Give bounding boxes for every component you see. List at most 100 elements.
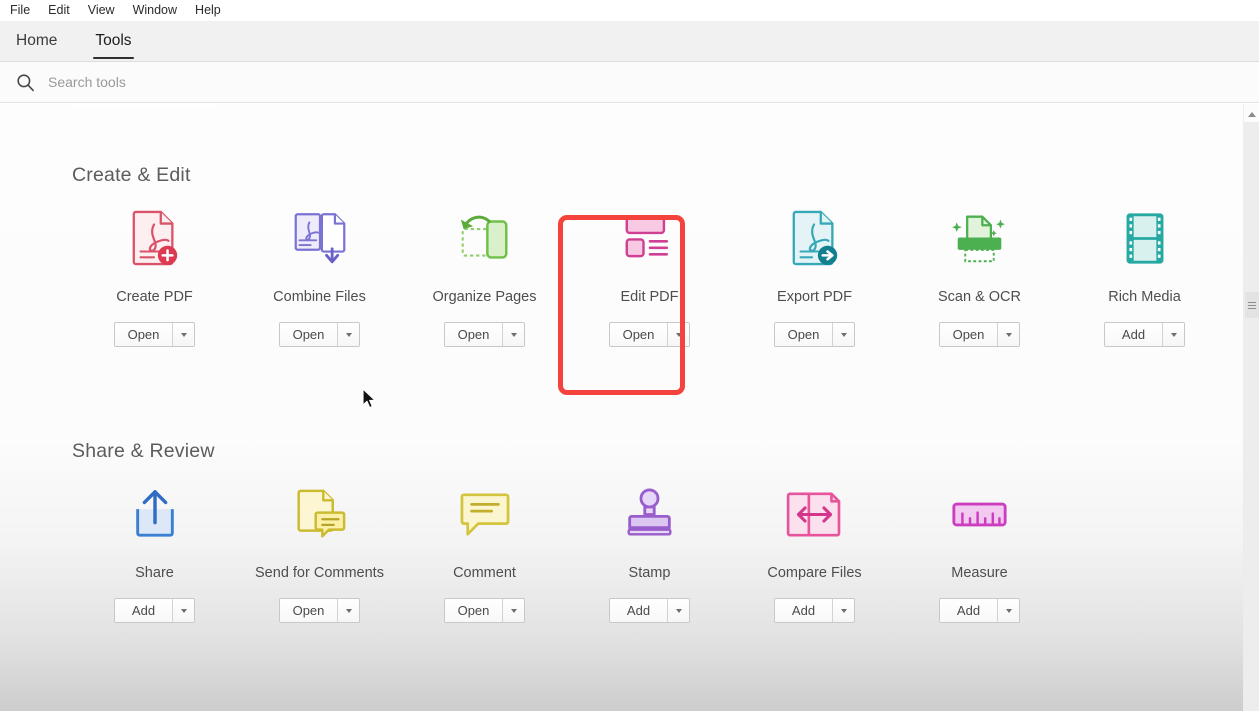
scrollbar-up-button[interactable] (1244, 106, 1259, 122)
tool-card-stamp[interactable]: Stamp Add (567, 478, 732, 623)
tool-label-compare-files: Compare Files (767, 565, 861, 581)
tool-action-scan-ocr[interactable]: Open (939, 322, 1020, 347)
chevron-down-icon (841, 333, 847, 337)
stamp-icon (618, 482, 682, 546)
combine-files-icon (288, 206, 352, 270)
tool-action-dropdown-rich-media[interactable] (1162, 323, 1184, 346)
tool-action-send-for-comments[interactable]: Open (279, 598, 360, 623)
tool-action-dropdown-create-pdf[interactable] (172, 323, 194, 346)
tool-action-measure[interactable]: Add (939, 598, 1020, 623)
chevron-down-icon (676, 609, 682, 613)
scan-ocr-icon (948, 206, 1012, 270)
scrollbar-grip-icon (1248, 300, 1256, 311)
tool-action-organize-pages[interactable]: Open (444, 322, 525, 347)
tool-action-label-compare-files[interactable]: Add (775, 599, 832, 622)
tool-grid-share-review: Share Add (72, 478, 1062, 623)
tool-card-share[interactable]: Share Add (72, 478, 237, 623)
share-icon (123, 482, 187, 546)
tool-action-dropdown-combine-files[interactable] (337, 323, 359, 346)
tab-home[interactable]: Home (0, 21, 77, 61)
tool-grid-create-edit: Create PDF Open (72, 202, 1227, 347)
menu-item-help[interactable]: Help (194, 2, 222, 19)
chevron-up-icon (1248, 112, 1256, 117)
tool-card-compare-files[interactable]: Compare Files Add (732, 478, 897, 623)
tool-card-export-pdf[interactable]: Export PDF Open (732, 202, 897, 347)
tool-action-comment[interactable]: Open (444, 598, 525, 623)
chevron-down-icon (1006, 333, 1012, 337)
tool-action-label-edit-pdf[interactable]: Open (610, 323, 667, 346)
tool-action-create-pdf[interactable]: Open (114, 322, 195, 347)
section-create-edit: Create & Edit (72, 164, 191, 187)
menu-item-view[interactable]: View (87, 2, 116, 19)
tool-action-label-stamp[interactable]: Add (610, 599, 667, 622)
chevron-down-icon (346, 609, 352, 613)
tool-label-combine-files: Combine Files (273, 289, 366, 305)
tool-card-create-pdf[interactable]: Create PDF Open (72, 202, 237, 347)
tool-action-label-organize-pages[interactable]: Open (445, 323, 502, 346)
tool-action-dropdown-measure[interactable] (997, 599, 1019, 622)
tool-action-edit-pdf[interactable]: Open (609, 322, 690, 347)
tool-action-export-pdf[interactable]: Open (774, 322, 855, 347)
tool-action-dropdown-compare-files[interactable] (832, 599, 854, 622)
vertical-scrollbar[interactable] (1243, 104, 1259, 711)
send-comments-icon (288, 482, 352, 546)
tab-strip: Home Tools (0, 22, 1259, 62)
tool-action-label-share[interactable]: Add (115, 599, 172, 622)
tool-action-label-create-pdf[interactable]: Open (115, 323, 172, 346)
tool-card-send-for-comments[interactable]: Send for Comments Open (237, 478, 402, 623)
tool-action-label-measure[interactable]: Add (940, 599, 997, 622)
tool-action-label-rich-media[interactable]: Add (1105, 323, 1162, 346)
tool-label-stamp: Stamp (629, 565, 671, 581)
tool-action-rich-media[interactable]: Add (1104, 322, 1185, 347)
tool-action-dropdown-send-for-comments[interactable] (337, 599, 359, 622)
section-title-share-review: Share & Review (72, 440, 215, 463)
menu-bar: File Edit View Window Help (0, 0, 1259, 22)
tool-action-dropdown-edit-pdf[interactable] (667, 323, 689, 346)
tool-action-share[interactable]: Add (114, 598, 195, 623)
tool-card-measure[interactable]: Measure Add (897, 478, 1062, 623)
tool-card-organize-pages[interactable]: Organize Pages Open (402, 202, 567, 347)
tool-action-dropdown-export-pdf[interactable] (832, 323, 854, 346)
menu-item-edit[interactable]: Edit (47, 2, 71, 19)
tool-action-dropdown-share[interactable] (172, 599, 194, 622)
tool-card-scan-ocr[interactable]: Scan & OCR Open (897, 202, 1062, 347)
search-input[interactable] (48, 74, 408, 90)
chevron-down-icon (181, 609, 187, 613)
chevron-down-icon (676, 333, 682, 337)
chevron-down-icon (1006, 609, 1012, 613)
tool-label-rich-media: Rich Media (1108, 289, 1181, 305)
chevron-down-icon (346, 333, 352, 337)
edit-pdf-icon (618, 206, 682, 270)
tool-action-label-send-for-comments[interactable]: Open (280, 599, 337, 622)
tool-action-compare-files[interactable]: Add (774, 598, 855, 623)
tool-card-combine-files[interactable]: Combine Files Open (237, 202, 402, 347)
tool-action-label-combine-files[interactable]: Open (280, 323, 337, 346)
tool-action-label-comment[interactable]: Open (445, 599, 502, 622)
tool-label-export-pdf: Export PDF (777, 289, 852, 305)
tool-action-label-export-pdf[interactable]: Open (775, 323, 832, 346)
menu-item-window[interactable]: Window (132, 2, 178, 19)
section-share-review: Share & Review Share (72, 440, 215, 463)
tool-action-dropdown-stamp[interactable] (667, 599, 689, 622)
tool-action-combine-files[interactable]: Open (279, 322, 360, 347)
organize-pages-icon (453, 206, 517, 270)
tool-action-dropdown-organize-pages[interactable] (502, 323, 524, 346)
chevron-down-icon (511, 609, 517, 613)
scrollbar-track[interactable] (1244, 122, 1259, 711)
chevron-down-icon (1171, 333, 1177, 337)
comment-icon (453, 482, 517, 546)
tool-action-stamp[interactable]: Add (609, 598, 690, 623)
tools-content: Create & Edit (0, 104, 1259, 711)
tool-label-comment: Comment (453, 565, 516, 581)
tool-action-dropdown-comment[interactable] (502, 599, 524, 622)
tool-action-dropdown-scan-ocr[interactable] (997, 323, 1019, 346)
tool-label-edit-pdf: Edit PDF (620, 289, 678, 305)
tab-tools[interactable]: Tools (77, 21, 149, 61)
tool-action-label-scan-ocr[interactable]: Open (940, 323, 997, 346)
tool-card-edit-pdf[interactable]: Edit PDF Open (567, 202, 732, 347)
menu-item-file[interactable]: File (9, 2, 31, 19)
tool-label-send-for-comments: Send for Comments (255, 565, 384, 581)
tool-card-comment[interactable]: Comment Open (402, 478, 567, 623)
tool-card-rich-media[interactable]: Rich Media Add (1062, 202, 1227, 347)
scrollbar-thumb[interactable] (1245, 292, 1259, 318)
